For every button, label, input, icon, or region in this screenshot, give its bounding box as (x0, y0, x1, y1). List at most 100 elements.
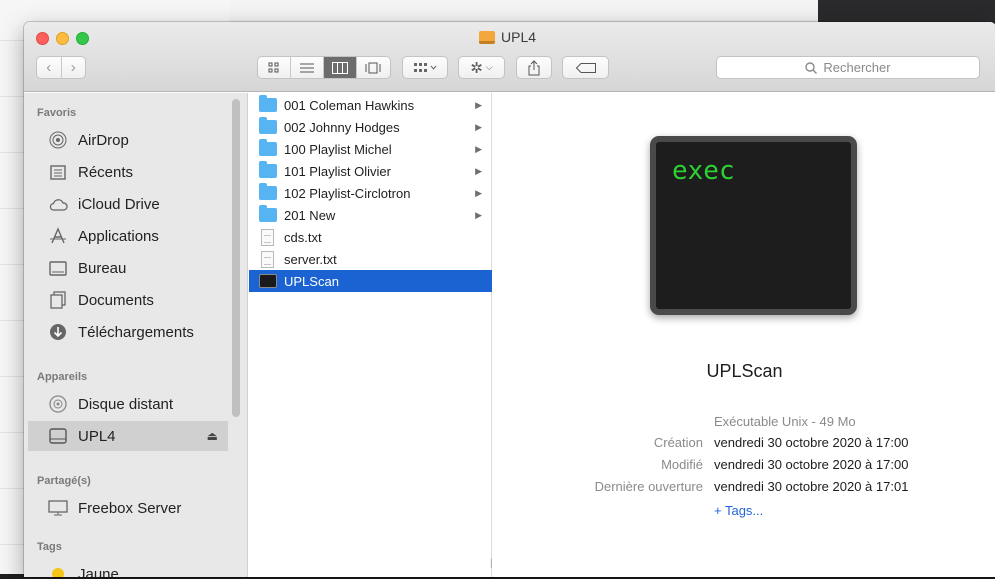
folder-icon (259, 117, 277, 134)
disclosure-arrow-icon: ▶ (475, 165, 482, 176)
icon-view-icon (268, 62, 279, 72)
icon-view-button[interactable] (258, 57, 291, 78)
disclosure-arrow-icon: ▶ (475, 99, 482, 110)
share-button[interactable] (516, 56, 552, 79)
file-name: 100 Playlist Michel (284, 141, 392, 157)
documents-icon (48, 290, 68, 310)
file-row[interactable]: 102 Playlist-Circlotron ▶ (249, 182, 492, 204)
gear-icon: ✲ (470, 59, 483, 77)
sidebar-item-label: Disque distant (78, 395, 174, 413)
forward-button[interactable]: › (62, 59, 86, 76)
arrange-button[interactable] (402, 56, 448, 79)
arrange-icon (414, 62, 437, 72)
title-bar: UPL4 ‹ › ✲ ⌵ Rechercher (24, 22, 995, 92)
meta-label-last-opened: Dernière ouverture (594, 479, 703, 494)
meta-value-created: vendredi 30 octobre 2020 à 17:00 (714, 435, 909, 450)
folder-icon (259, 95, 277, 112)
background-toolbar (230, 0, 818, 20)
icloud-icon (48, 194, 68, 214)
file-name: 102 Playlist-Circlotron (284, 185, 411, 201)
tag-icon (575, 62, 596, 73)
sidebar-item-label: Freebox Server (78, 499, 182, 517)
file-row[interactable]: 101 Playlist Olivier ▶ (249, 160, 492, 182)
meta-label-created: Création (653, 435, 703, 450)
file-row-selected[interactable]: UPLScan (249, 270, 492, 292)
sidebar-item-telechargements[interactable]: Téléchargements (28, 317, 228, 347)
action-menu-button[interactable]: ✲ ⌵ (458, 56, 505, 79)
sidebar-item-disque-distant[interactable]: Disque distant (28, 389, 228, 419)
drive-icon (479, 30, 495, 44)
downloads-icon (48, 322, 68, 342)
sidebar-item-icloud-drive[interactable]: iCloud Drive (28, 189, 228, 219)
disclosure-arrow-icon: ▶ (475, 187, 482, 198)
search-icon (805, 61, 818, 74)
window-title: UPL4 (479, 26, 536, 48)
disclosure-arrow-icon: ▶ (475, 143, 482, 154)
sidebar-heading-tags: Tags (37, 541, 62, 553)
server-icon (48, 498, 68, 518)
sidebar-item-label: Documents (78, 291, 154, 309)
zoom-window-button[interactable] (76, 32, 89, 45)
desktop-icon (48, 258, 68, 278)
drive-icon (48, 426, 68, 446)
file-name: UPLScan (284, 273, 339, 289)
sidebar-item-label: UPL4 (78, 427, 116, 445)
exec-icon-label: exec (672, 156, 735, 186)
sidebar-item-applications[interactable]: Applications (28, 221, 228, 251)
sidebar-item-freebox-server[interactable]: Freebox Server (28, 493, 228, 523)
file-row[interactable]: 001 Coleman Hawkins ▶ (249, 94, 492, 116)
file-name: 201 New (284, 207, 336, 223)
sidebar-item-recents[interactable]: Récents (28, 157, 228, 187)
file-name: 101 Playlist Olivier (284, 163, 391, 179)
file-row[interactable]: 002 Johnny Hodges ▶ (249, 116, 492, 138)
add-tags-link[interactable]: + Tags... (714, 503, 763, 518)
folder-icon (259, 183, 277, 200)
chevron-down-icon: ⌵ (485, 62, 493, 72)
back-forward-buttons: ‹ › (36, 56, 86, 79)
file-name: cds.txt (284, 229, 322, 245)
sidebar-item-label: Applications (78, 227, 159, 245)
sidebar-heading-shared: Partagé(s) (37, 475, 91, 487)
sidebar-item-label: Bureau (78, 259, 127, 277)
preview-file-name: UPLScan (706, 361, 783, 381)
sidebar-item-upl4[interactable]: UPL4 ⏏ (28, 421, 228, 451)
sidebar-item-bureau[interactable]: Bureau (28, 253, 228, 283)
file-row[interactable]: server.txt (249, 248, 492, 270)
tag-color-dot-icon (48, 564, 68, 577)
sidebar-item-label: AirDrop (78, 131, 129, 149)
meta-value-modified: vendredi 30 octobre 2020 à 17:00 (714, 457, 909, 472)
finder-window: UPL4 ‹ › ✲ ⌵ Rechercher Favoris AirDrop … (24, 22, 995, 577)
applications-icon (48, 226, 68, 246)
view-mode-switcher (257, 56, 391, 79)
preview-pane: exec UPLScan Exécutable Unix - 49 Mo Cré… (493, 93, 995, 577)
sidebar-item-documents[interactable]: Documents (28, 285, 228, 315)
disclosure-arrow-icon: ▶ (475, 209, 482, 220)
eject-icon[interactable]: ⏏ (207, 429, 218, 443)
sidebar-item-label: iCloud Drive (78, 195, 160, 213)
sidebar-item-tag-jaune[interactable]: Jaune (28, 559, 228, 577)
back-button[interactable]: ‹ (37, 59, 61, 76)
edit-tags-button[interactable] (562, 56, 609, 79)
close-window-button[interactable] (36, 32, 49, 45)
file-name: 002 Johnny Hodges (284, 119, 400, 135)
list-view-button[interactable] (291, 57, 324, 78)
folder-icon (259, 205, 277, 222)
search-placeholder: Rechercher (823, 60, 891, 75)
file-row[interactable]: cds.txt (249, 226, 492, 248)
sidebar-item-label: Jaune (78, 565, 119, 578)
sidebar-item-airdrop[interactable]: AirDrop (28, 125, 228, 155)
column-view-button[interactable] (324, 57, 357, 78)
text-document-icon (261, 228, 274, 246)
recents-icon (48, 162, 68, 182)
list-view-icon (300, 63, 314, 72)
exec-terminal-icon: exec (650, 136, 857, 315)
file-row[interactable]: 100 Playlist Michel ▶ (249, 138, 492, 160)
sidebar-scrollbar[interactable] (232, 99, 240, 417)
minimize-window-button[interactable] (56, 32, 69, 45)
gallery-view-button[interactable] (357, 57, 390, 78)
terminal-exec-icon (259, 274, 277, 288)
file-row[interactable]: 201 New ▶ (249, 204, 492, 226)
search-field[interactable]: Rechercher (716, 56, 980, 79)
folder-icon (259, 139, 277, 156)
sidebar: Favoris AirDrop Récents iCloud Drive App… (24, 93, 248, 577)
